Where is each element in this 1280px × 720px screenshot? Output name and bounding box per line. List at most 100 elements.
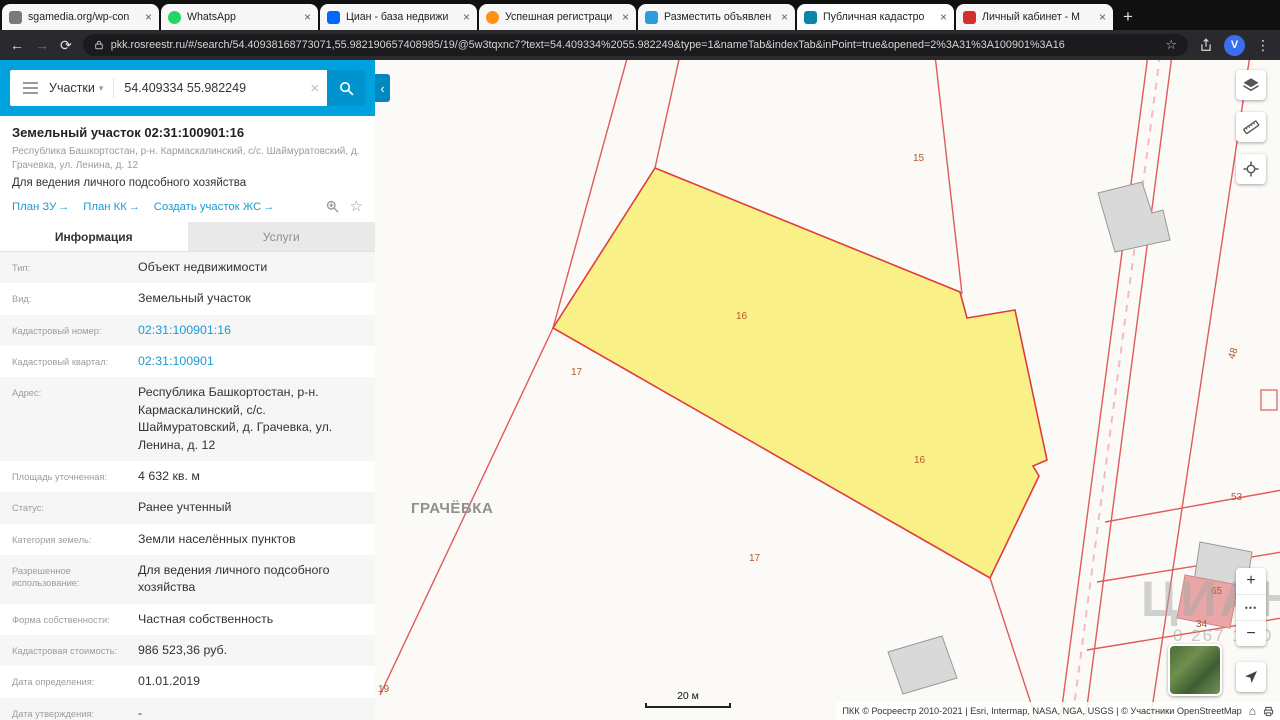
tab-title: sgamedia.org/wp-con — [28, 11, 130, 23]
ruler-icon — [1243, 120, 1260, 135]
cadastral-number-link[interactable]: 02:31:100901:16 — [138, 322, 365, 339]
search-header: Участки ▾ × — [0, 60, 375, 116]
attribution-text: ПКК © Росреестр 2010-2021 | Esri, Interm… — [842, 706, 1242, 716]
tab-close-icon[interactable]: × — [304, 10, 311, 24]
parcel-number: 16 — [736, 311, 748, 322]
tab-services[interactable]: Услуги — [187, 222, 375, 251]
tab-title: Личный кабинет - М — [982, 11, 1080, 23]
tab-registration[interactable]: Успешная регистраци × — [479, 4, 636, 30]
plan-zu-link[interactable]: План ЗУ → — [12, 201, 69, 213]
row-label: Тип: — [12, 263, 31, 273]
print-icon[interactable] — [1263, 706, 1274, 717]
parcel-number: 17 — [749, 553, 761, 564]
table-row: Статус: Ранее учтенный — [0, 492, 375, 524]
parcel-number: 17 — [571, 367, 583, 378]
search-category-dropdown[interactable]: Участки ▾ — [49, 81, 103, 95]
table-row: Кадастровая стоимость: 986 523,36 руб. — [0, 635, 375, 667]
row-label: Статус: — [12, 503, 44, 514]
forward-icon[interactable]: → — [35, 38, 49, 52]
info-table: Тип: Объект недвижимости Вид: Земельный … — [0, 252, 375, 720]
layers-button[interactable] — [1236, 70, 1266, 100]
tab-personal-account[interactable]: Личный кабинет - М × — [956, 4, 1113, 30]
object-title: Земельный участок 02:31:100901:16 — [12, 125, 245, 140]
extent-button[interactable] — [1236, 154, 1266, 184]
new-tab-button[interactable]: + — [1115, 4, 1141, 30]
tab-cadastral-map[interactable]: Публичная кадастро × — [797, 4, 954, 30]
link-label: План ЗУ — [12, 200, 57, 213]
table-row: Дата утверждения: - — [0, 697, 375, 720]
object-links: План ЗУ → План КК → Создать участок ЖС →… — [0, 196, 375, 222]
table-row: Категория земель: Земли населённых пункт… — [0, 524, 375, 555]
back-icon[interactable]: ← — [10, 38, 24, 52]
browser-menu-icon[interactable]: ⋮ — [1256, 37, 1270, 54]
bookmark-star-icon[interactable]: ☆ — [1165, 37, 1177, 53]
refresh-icon[interactable]: ⟳ — [60, 38, 72, 52]
cadastral-map[interactable]: 15 16 16 17 17 19 48 53 65 34 ГРАЧЁВКА Ц… — [375, 60, 1280, 720]
tab-favicon — [963, 10, 976, 24]
cadastral-quarter-link[interactable]: 02:31:100901 — [138, 353, 365, 370]
table-row: Дата определения: 01.01.2019 — [0, 666, 375, 697]
tab-close-icon[interactable]: × — [1099, 10, 1106, 24]
tab-title: Разместить объявлен — [664, 11, 772, 23]
tab-information[interactable]: Информация — [0, 222, 188, 251]
row-label: Форма собственности: — [12, 614, 110, 625]
table-row: Форма собственности: Частная собственнос… — [0, 604, 375, 635]
url-field[interactable]: pkk.rosreestr.ru/#/search/54.40938168773… — [82, 34, 1188, 56]
map-attribution: ПКК © Росреестр 2010-2021 | Esri, Interm… — [836, 702, 1280, 720]
basemap-thumbnail[interactable] — [1168, 644, 1222, 696]
browser-address-bar: ← → ⟳ pkk.rosreestr.ru/#/search/54.40938… — [0, 30, 1280, 60]
search-input[interactable] — [124, 81, 303, 95]
zoom-more-button[interactable]: ••• — [1236, 594, 1266, 620]
row-label: Кадастровая стоимость: — [12, 646, 118, 657]
parcel-number: 16 — [914, 455, 926, 466]
tab-favicon — [486, 10, 499, 24]
table-row: Вид: Земельный участок — [0, 283, 375, 314]
my-location-button[interactable] — [1236, 662, 1266, 692]
settlement-label: ГРАЧЁВКА — [411, 500, 494, 517]
tab-cian[interactable]: Циан - база недвижи × — [320, 4, 477, 30]
object-address-subtitle: Республика Башкортостан, р-н. Кармаскали… — [12, 146, 360, 171]
profile-avatar[interactable]: V — [1224, 34, 1245, 56]
row-value: 4 632 кв. м — [138, 468, 200, 483]
tab-post-ad[interactable]: Разместить объявлен × — [638, 4, 795, 30]
favorite-icon[interactable]: ☆ — [350, 199, 363, 214]
plan-kk-link[interactable]: План КК → — [83, 201, 140, 213]
lock-icon — [94, 40, 103, 50]
measure-button[interactable] — [1236, 112, 1266, 142]
table-row: Разрешенное использование: Для ведения л… — [0, 554, 375, 604]
menu-icon[interactable] — [23, 87, 38, 89]
zoom-in-button[interactable]: + — [1236, 568, 1266, 594]
create-zhs-link[interactable]: Создать участок ЖС → — [154, 201, 274, 213]
browser-tab-bar: sgamedia.org/wp-con × WhatsApp × Циан - … — [0, 0, 1280, 30]
arrow-icon: → — [263, 200, 275, 213]
tab-whatsapp[interactable]: WhatsApp × — [161, 4, 318, 30]
tab-favicon — [804, 10, 817, 24]
tab-close-icon[interactable]: × — [463, 10, 470, 24]
zoom-out-button[interactable]: − — [1236, 620, 1266, 646]
clear-search-icon[interactable]: × — [310, 80, 319, 97]
map-tools — [1236, 70, 1266, 184]
row-label: Площадь уточненная: — [12, 471, 108, 482]
table-row: Тип: Объект недвижимости — [0, 252, 375, 284]
tab-title: Успешная регистраци — [505, 11, 613, 23]
url-text: pkk.rosreestr.ru/#/search/54.40938168773… — [110, 39, 1065, 51]
row-value: Республика Башкортостан, р-н. Кармаскали… — [138, 385, 333, 452]
table-row: Кадастровый номер: 02:31:100901:16 — [0, 314, 375, 347]
zoom-to-object-icon[interactable] — [325, 199, 340, 214]
search-button[interactable] — [327, 70, 365, 106]
object-usage: Для ведения личного подсобного хозяйства — [12, 177, 247, 189]
table-row: Адрес: Республика Башкортостан, р-н. Кар… — [0, 377, 375, 461]
tab-close-icon[interactable]: × — [781, 10, 788, 24]
tab-sgamedia[interactable]: sgamedia.org/wp-con × — [2, 4, 159, 30]
row-value: 01.01.2019 — [138, 674, 201, 689]
row-value: Частная собственность — [138, 611, 274, 626]
row-label: Кадастровый квартал: — [12, 357, 109, 368]
share-icon[interactable] — [1199, 38, 1213, 52]
panel-collapse-button[interactable]: ‹ — [375, 74, 390, 102]
tab-close-icon[interactable]: × — [940, 10, 947, 24]
building — [887, 635, 958, 695]
tab-close-icon[interactable]: × — [145, 10, 152, 24]
tab-close-icon[interactable]: × — [622, 10, 629, 24]
home-icon[interactable]: ⌂ — [1249, 704, 1256, 718]
row-value: Объект недвижимости — [138, 260, 268, 274]
